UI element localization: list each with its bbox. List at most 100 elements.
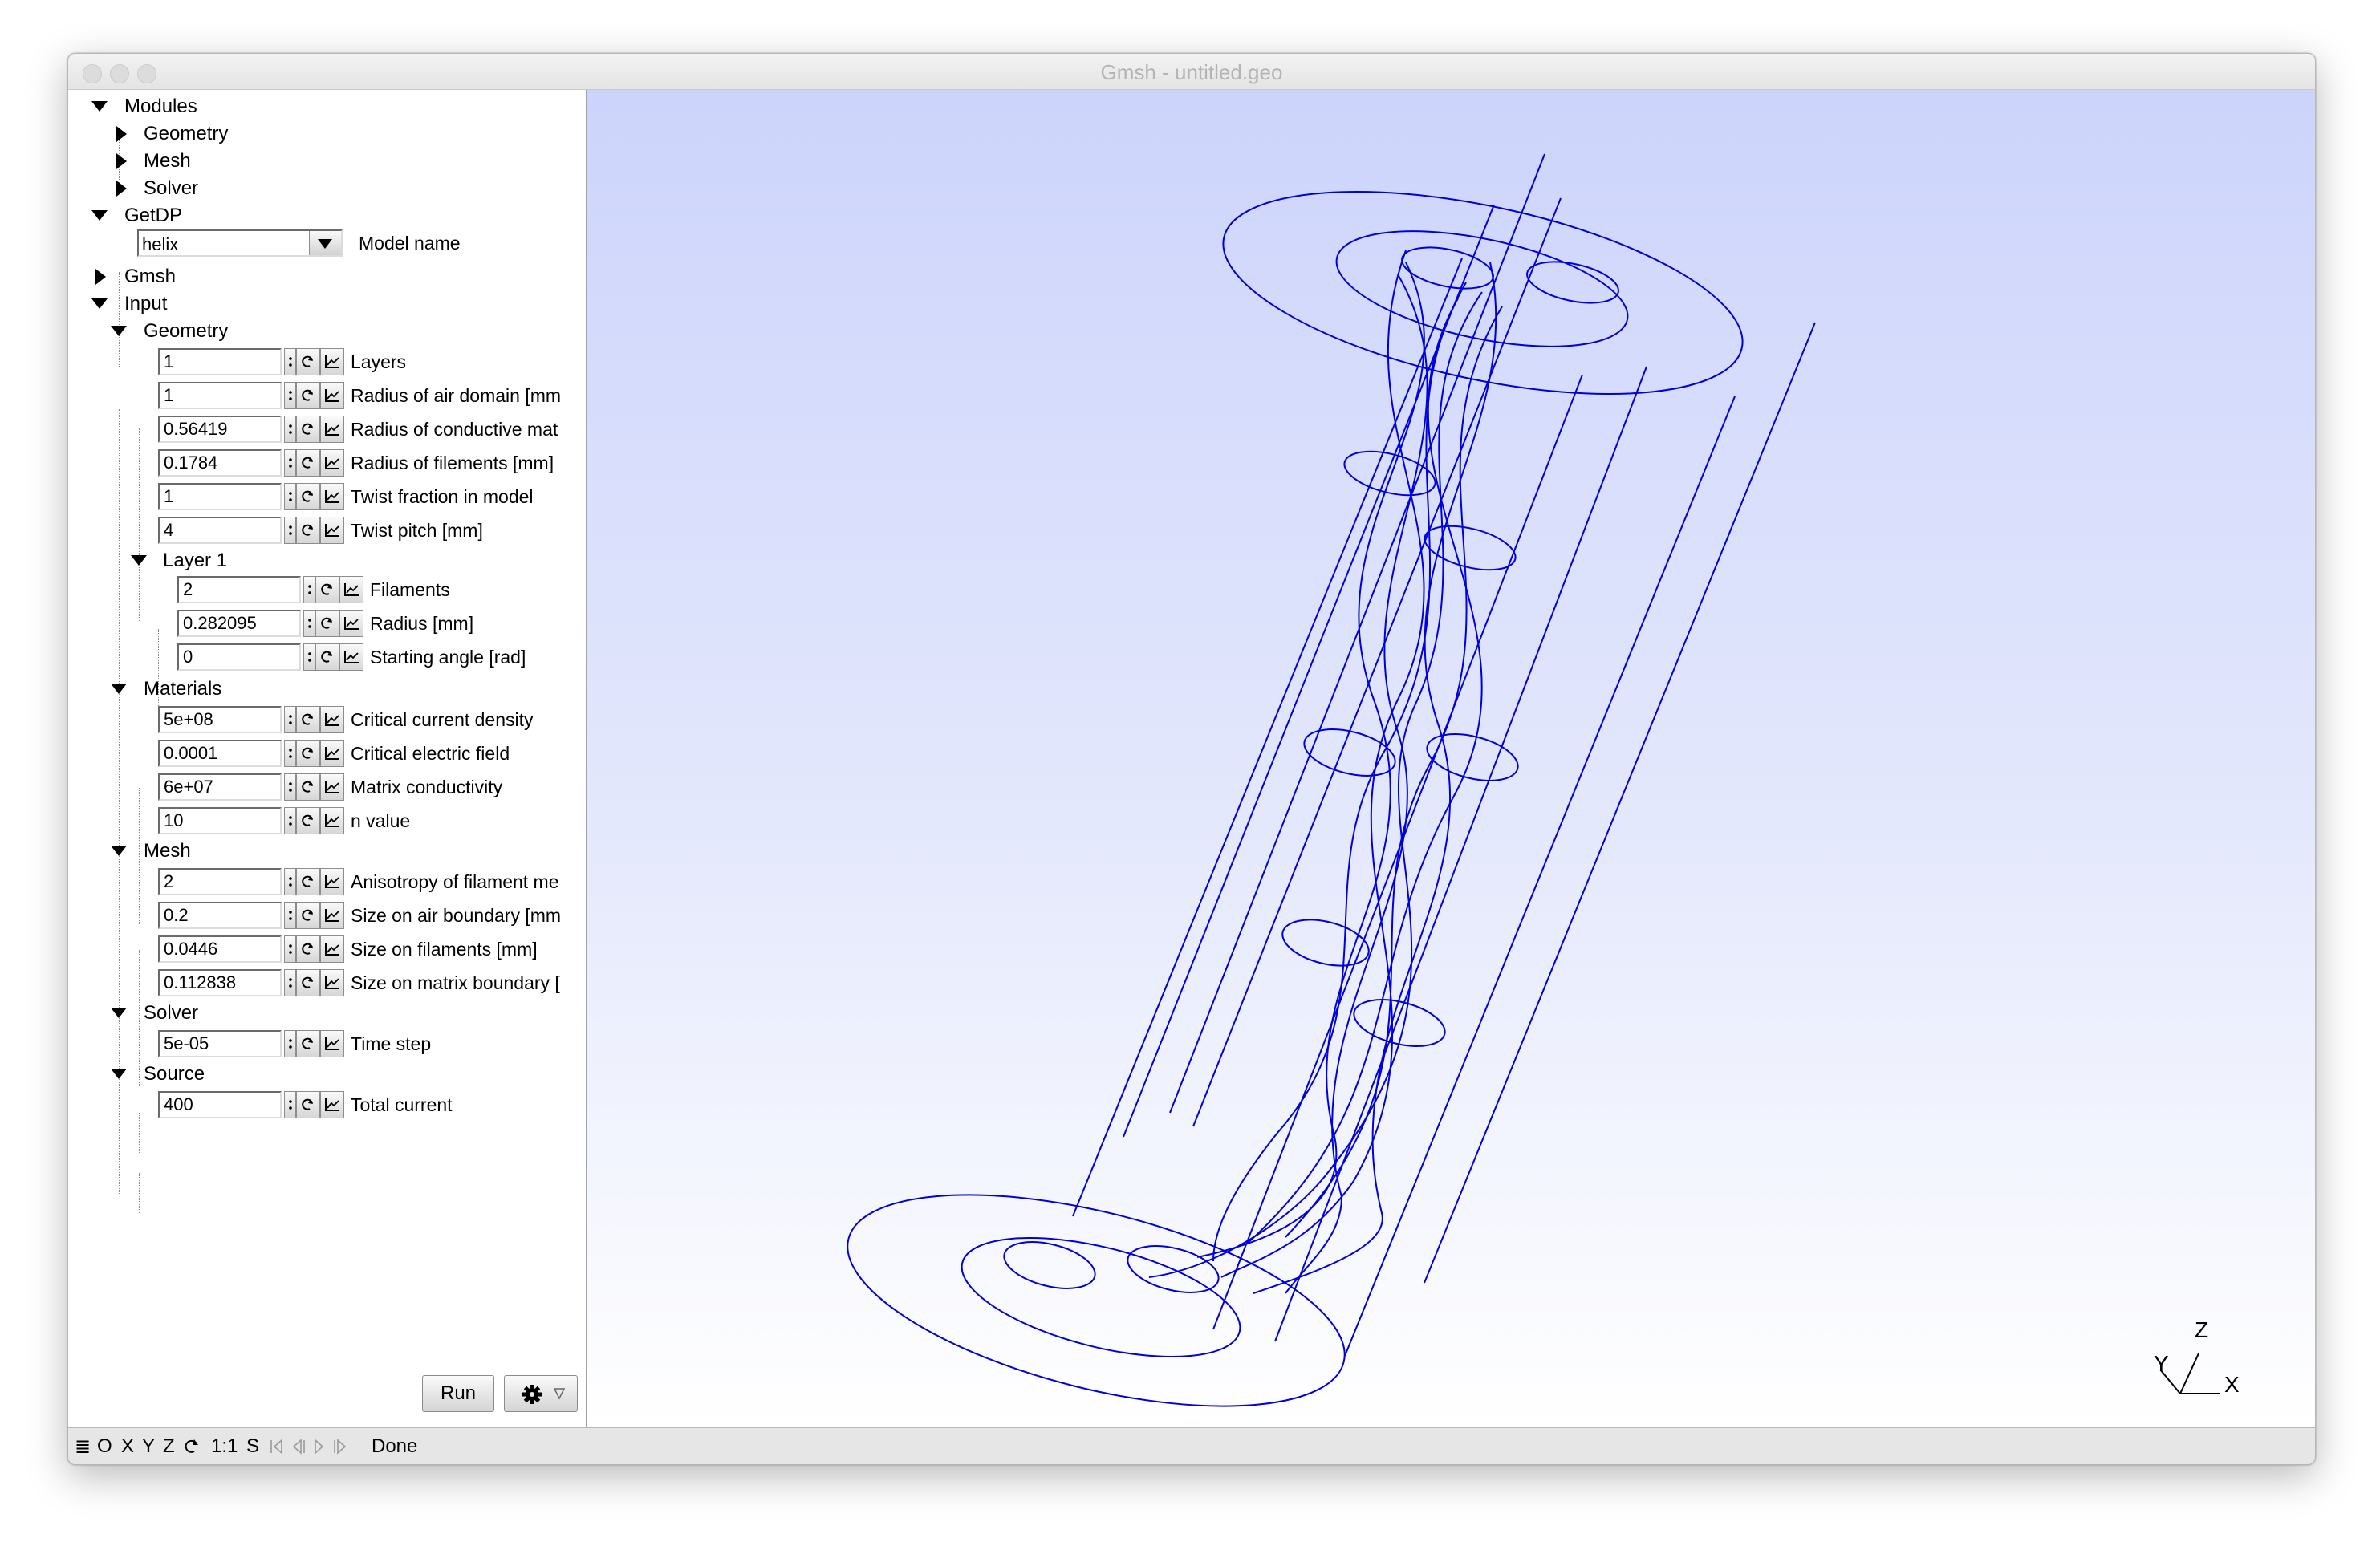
loop-icon[interactable] xyxy=(296,740,320,767)
size-filaments-input[interactable] xyxy=(158,935,282,963)
param-menu-button[interactable] xyxy=(303,576,315,603)
param-menu-button[interactable] xyxy=(284,868,296,895)
loop-icon[interactable] xyxy=(296,773,320,801)
twist-fraction-input[interactable] xyxy=(158,483,282,510)
menu-toggle-icon[interactable]: ≣ xyxy=(75,1435,91,1459)
view-o-button[interactable]: O xyxy=(97,1435,112,1458)
graph-icon[interactable] xyxy=(339,643,363,671)
graph-icon[interactable] xyxy=(320,1030,344,1057)
loop-icon[interactable] xyxy=(296,416,320,443)
starting-angle-input[interactable] xyxy=(177,643,301,671)
total-current-input[interactable] xyxy=(158,1091,282,1118)
scale-button[interactable]: 1:1 xyxy=(211,1435,238,1458)
loop-icon[interactable] xyxy=(296,517,320,544)
tree-node-input-geometry[interactable]: Geometry xyxy=(68,318,582,345)
loop-icon[interactable] xyxy=(315,576,339,603)
tree-node-input-solver[interactable]: Solver xyxy=(68,1000,582,1027)
graph-icon[interactable] xyxy=(320,382,344,409)
twist-pitch-input[interactable] xyxy=(158,517,282,544)
view-z-button[interactable]: Z xyxy=(163,1435,175,1458)
param-menu-button[interactable] xyxy=(284,740,296,767)
loop-icon[interactable] xyxy=(296,348,320,375)
graph-icon[interactable] xyxy=(320,902,344,929)
param-menu-button[interactable] xyxy=(284,935,296,963)
anisotropy-input[interactable] xyxy=(158,868,282,895)
radius-air-input[interactable] xyxy=(158,382,282,409)
graph-icon[interactable] xyxy=(320,773,344,801)
run-button[interactable]: Run xyxy=(422,1375,494,1412)
param-menu-button[interactable] xyxy=(284,1030,296,1057)
loop-icon[interactable] xyxy=(296,706,320,733)
dropdown-arrow-icon[interactable] xyxy=(309,231,341,255)
tree-node-getdp[interactable]: GetDP xyxy=(68,202,582,229)
graph-icon[interactable] xyxy=(320,807,344,834)
param-menu-button[interactable] xyxy=(303,610,315,637)
loop-icon[interactable] xyxy=(296,868,320,895)
param-menu-button[interactable] xyxy=(284,969,296,996)
param-menu-button[interactable] xyxy=(284,348,296,375)
graph-icon[interactable] xyxy=(339,576,363,603)
param-menu-button[interactable] xyxy=(284,902,296,929)
tree-node-input[interactable]: Input xyxy=(68,290,582,318)
tree-node-solver-module[interactable]: Solver xyxy=(68,175,582,202)
graph-icon[interactable] xyxy=(320,517,344,544)
graph-icon[interactable] xyxy=(320,740,344,767)
radius-filaments-input[interactable] xyxy=(158,449,282,477)
tree-node-gmsh[interactable]: Gmsh xyxy=(68,263,582,290)
loop-icon[interactable] xyxy=(296,935,320,963)
size-matrix-input[interactable] xyxy=(158,969,282,996)
param-menu-button[interactable] xyxy=(284,773,296,801)
view-y-button[interactable]: Y xyxy=(142,1435,155,1458)
loop-icon[interactable] xyxy=(296,1030,320,1057)
rotate-icon[interactable] xyxy=(185,1438,201,1455)
param-menu-button[interactable] xyxy=(284,706,296,733)
solver-options-button[interactable] xyxy=(504,1375,578,1412)
loop-icon[interactable] xyxy=(296,1091,320,1118)
loop-icon[interactable] xyxy=(296,807,320,834)
layers-input[interactable] xyxy=(158,348,282,375)
param-menu-button[interactable] xyxy=(284,449,296,477)
graph-icon[interactable] xyxy=(320,935,344,963)
critical-field-input[interactable] xyxy=(158,740,282,767)
graph-icon[interactable] xyxy=(320,969,344,996)
view-x-button[interactable]: X xyxy=(121,1435,134,1458)
param-menu-button[interactable] xyxy=(284,1091,296,1118)
loop-icon[interactable] xyxy=(296,382,320,409)
graphics-viewport[interactable]: Y Z X xyxy=(587,90,2315,1427)
param-menu-button[interactable] xyxy=(284,807,296,834)
graph-icon[interactable] xyxy=(339,610,363,637)
graph-icon[interactable] xyxy=(320,348,344,375)
filaments-input[interactable] xyxy=(177,576,301,603)
param-menu-button[interactable] xyxy=(303,643,315,671)
param-menu-button[interactable] xyxy=(284,517,296,544)
tree-node-input-source[interactable]: Source xyxy=(68,1061,582,1088)
loop-icon[interactable] xyxy=(296,969,320,996)
graph-icon[interactable] xyxy=(320,449,344,477)
param-menu-button[interactable] xyxy=(284,416,296,443)
graph-icon[interactable] xyxy=(320,416,344,443)
loop-icon[interactable] xyxy=(296,483,320,510)
graph-icon[interactable] xyxy=(320,706,344,733)
select-button[interactable]: S xyxy=(246,1435,259,1458)
loop-icon[interactable] xyxy=(296,902,320,929)
graph-icon[interactable] xyxy=(320,1091,344,1118)
tree-node-input-mesh[interactable]: Mesh xyxy=(68,838,582,865)
size-air-input[interactable] xyxy=(158,902,282,929)
graph-icon[interactable] xyxy=(320,868,344,895)
loop-icon[interactable] xyxy=(315,643,339,671)
param-menu-button[interactable] xyxy=(284,483,296,510)
loop-icon[interactable] xyxy=(315,610,339,637)
graph-icon[interactable] xyxy=(320,483,344,510)
radius-input[interactable] xyxy=(177,610,301,637)
time-step-input[interactable] xyxy=(158,1030,282,1057)
tree-node-layer-1[interactable]: Layer 1 xyxy=(68,547,582,574)
critical-current-input[interactable] xyxy=(158,706,282,733)
model-name-select[interactable]: helix xyxy=(137,229,343,257)
param-menu-button[interactable] xyxy=(284,382,296,409)
tree-node-modules[interactable]: Modules xyxy=(68,93,582,120)
tree-node-materials[interactable]: Materials xyxy=(68,676,582,703)
loop-icon[interactable] xyxy=(296,449,320,477)
n-value-input[interactable] xyxy=(158,807,282,834)
tree-node-geometry-module[interactable]: Geometry xyxy=(68,120,582,148)
matrix-conductivity-input[interactable] xyxy=(158,773,282,801)
